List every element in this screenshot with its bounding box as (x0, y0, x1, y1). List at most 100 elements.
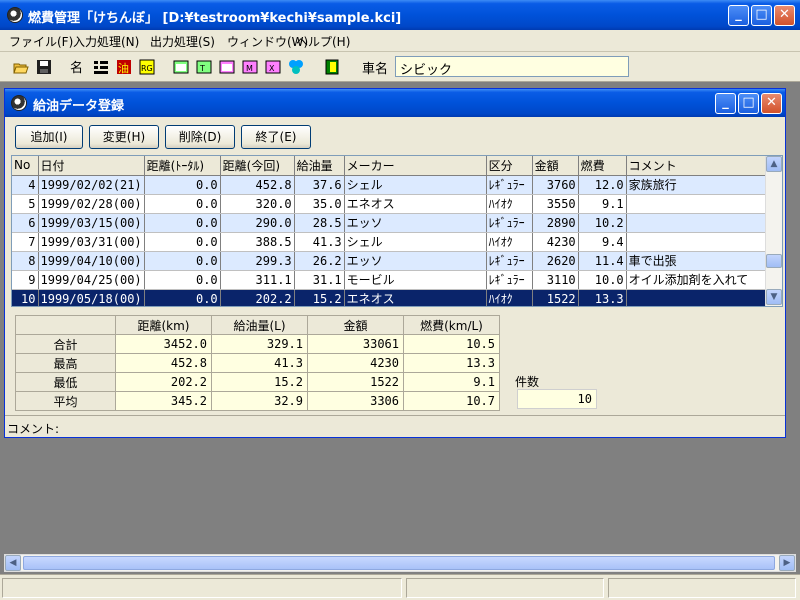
menu-input[interactable]: 入力処理(N) (73, 33, 139, 50)
cell-maker[interactable]: シェル (344, 232, 487, 252)
maximize-button[interactable]: □ (751, 5, 772, 26)
table-row[interactable]: 6 1999/03/15(00) 0.0 290.0 28.5 エッソ ﾚｷﾞｭﾗｰ 2890… (12, 213, 773, 233)
main-title-bar[interactable]: 燃費管理「けちんぼ」 [D:¥testroom¥kechi¥sample.kci… (0, 0, 800, 30)
cell-type[interactable]: ﾚｷﾞｭﾗｰ (486, 213, 533, 233)
cell-cost[interactable]: 3110 (532, 270, 579, 290)
cell-no[interactable]: 6 (12, 213, 39, 233)
col-header-total-distance[interactable]: 距離(ﾄｰﾀﾙ) (144, 156, 221, 176)
help-icon[interactable] (288, 59, 304, 75)
grid-vertical-scrollbar[interactable]: ▲ ▼ (765, 156, 782, 306)
col-header-trip-distance[interactable]: 距離(今回) (220, 156, 295, 176)
horizontal-scroll-thumb[interactable] (23, 556, 775, 570)
cell-no[interactable]: 5 (12, 194, 39, 214)
cell-no[interactable]: 8 (12, 251, 39, 271)
name-icon[interactable]: 名 (70, 59, 86, 76)
cell-total[interactable]: 0.0 (144, 251, 221, 271)
cell-type[interactable]: ﾊｲｵｸ (486, 232, 533, 252)
menu-help[interactable]: ヘルプ(H) (296, 33, 350, 50)
cell-date[interactable]: 1999/02/02(21) (38, 175, 145, 195)
scroll-thumb[interactable] (766, 254, 782, 268)
col-header-type[interactable]: 区分 (486, 156, 533, 176)
cell-cost[interactable]: 2620 (532, 251, 579, 271)
cell-eff[interactable]: 9.1 (578, 194, 627, 214)
cell-date[interactable]: 1999/03/15(00) (38, 213, 145, 233)
cell-eff[interactable]: 12.0 (578, 175, 627, 195)
cell-comment[interactable] (626, 213, 773, 233)
cell-eff[interactable]: 13.3 (578, 289, 627, 306)
cell-maker[interactable]: エネオス (344, 194, 487, 214)
cell-maker[interactable]: モービル (344, 270, 487, 290)
cell-total[interactable]: 0.0 (144, 175, 221, 195)
scroll-down-button[interactable]: ▼ (766, 289, 782, 305)
cell-comment[interactable]: オイル添加剤を入れて (626, 270, 773, 290)
cell-eff[interactable]: 10.2 (578, 213, 627, 233)
table-row[interactable]: 10 1999/05/18(00) 0.0 202.2 15.2 エネオス ﾊｲｵｸ 1522… (12, 289, 773, 306)
cell-no[interactable]: 10 (12, 289, 39, 306)
col-header-maker[interactable]: メーカー (344, 156, 487, 176)
menu-file[interactable]: ファイル(F) (9, 33, 73, 50)
cell-comment[interactable]: 家族旅行 (626, 175, 773, 195)
calendar-icon[interactable] (173, 59, 189, 75)
edit-button[interactable]: 変更(H) (89, 125, 159, 149)
cell-maker[interactable]: シェル (344, 175, 487, 195)
cell-fuel[interactable]: 28.5 (294, 213, 345, 233)
table-row[interactable]: 8 1999/04/10(00) 0.0 299.3 26.2 エッソ ﾚｷﾞｭﾗｰ 2620… (12, 251, 773, 271)
scroll-right-button[interactable]: ▶ (779, 555, 795, 571)
table-row[interactable]: 9 1999/04/25(00) 0.0 311.1 31.1 モービル ﾚｷﾞｭﾗｰ 311… (12, 270, 773, 290)
cell-fuel[interactable]: 35.0 (294, 194, 345, 214)
cell-fuel[interactable]: 15.2 (294, 289, 345, 306)
cell-total[interactable]: 0.0 (144, 270, 221, 290)
cell-cost[interactable]: 3550 (532, 194, 579, 214)
cell-trip[interactable]: 202.2 (220, 289, 295, 306)
cell-no[interactable]: 9 (12, 270, 39, 290)
table-row[interactable]: 5 1999/02/28(00) 0.0 320.0 35.0 エネオス ﾊｲｵｸ 3550 9… (12, 194, 773, 214)
delete-button[interactable]: 削除(D) (165, 125, 235, 149)
cell-fuel[interactable]: 41.3 (294, 232, 345, 252)
open-folder-icon[interactable] (13, 59, 29, 75)
cell-trip[interactable]: 452.8 (220, 175, 295, 195)
cell-trip[interactable]: 290.0 (220, 213, 295, 233)
close-button[interactable]: ✕ (774, 5, 795, 26)
cell-maker[interactable]: エネオス (344, 289, 487, 306)
table-icon[interactable]: T (196, 59, 212, 75)
minimize-button[interactable]: _ (728, 5, 749, 26)
cell-date[interactable]: 1999/03/31(00) (38, 232, 145, 252)
cell-cost[interactable]: 1522 (532, 289, 579, 306)
cell-total[interactable]: 0.0 (144, 289, 221, 306)
col-header-comment[interactable]: コメント (626, 156, 773, 176)
graph-icon[interactable]: M (242, 59, 258, 75)
cell-type[interactable]: ﾚｷﾞｭﾗｰ (486, 251, 533, 271)
cell-type[interactable]: ﾊｲｵｸ (486, 289, 533, 306)
cell-type[interactable]: ﾚｷﾞｭﾗｰ (486, 270, 533, 290)
cell-eff[interactable]: 9.4 (578, 232, 627, 252)
cell-date[interactable]: 1999/02/28(00) (38, 194, 145, 214)
fuel-icon[interactable]: 油 (116, 59, 132, 75)
child-title-bar[interactable]: 給油データ登録 _ □ ✕ (5, 89, 785, 117)
cell-trip[interactable]: 311.1 (220, 270, 295, 290)
cell-eff[interactable]: 10.0 (578, 270, 627, 290)
col-header-cost[interactable]: 金額 (532, 156, 579, 176)
cell-trip[interactable]: 320.0 (220, 194, 295, 214)
car-name-field[interactable]: シビック (395, 56, 629, 78)
save-icon[interactable] (36, 59, 52, 75)
cell-cost[interactable]: 2890 (532, 213, 579, 233)
add-button[interactable]: 追加(I) (15, 125, 83, 149)
cell-total[interactable]: 0.0 (144, 213, 221, 233)
cell-no[interactable]: 4 (12, 175, 39, 195)
cell-cost[interactable]: 4230 (532, 232, 579, 252)
fuel-data-grid[interactable]: No 日付 距離(ﾄｰﾀﾙ) 距離(今回) 給油量 メーカー 区分 金額 燃費 … (11, 155, 783, 307)
cell-total[interactable]: 0.0 (144, 232, 221, 252)
scroll-left-button[interactable]: ◀ (5, 555, 21, 571)
close-window-button[interactable]: 終了(E) (241, 125, 311, 149)
col-header-fuel[interactable]: 給油量 (294, 156, 345, 176)
exit-icon[interactable] (324, 59, 340, 75)
cell-trip[interactable]: 388.5 (220, 232, 295, 252)
menu-output[interactable]: 出力処理(S) (150, 33, 215, 50)
cell-date[interactable]: 1999/05/18(00) (38, 289, 145, 306)
cell-comment[interactable] (626, 232, 773, 252)
cell-cost[interactable]: 3760 (532, 175, 579, 195)
col-header-no[interactable]: No (12, 156, 39, 176)
list-icon[interactable] (93, 59, 109, 75)
report-icon[interactable]: RG (139, 59, 155, 75)
cell-comment[interactable]: 車で出張 (626, 251, 773, 271)
